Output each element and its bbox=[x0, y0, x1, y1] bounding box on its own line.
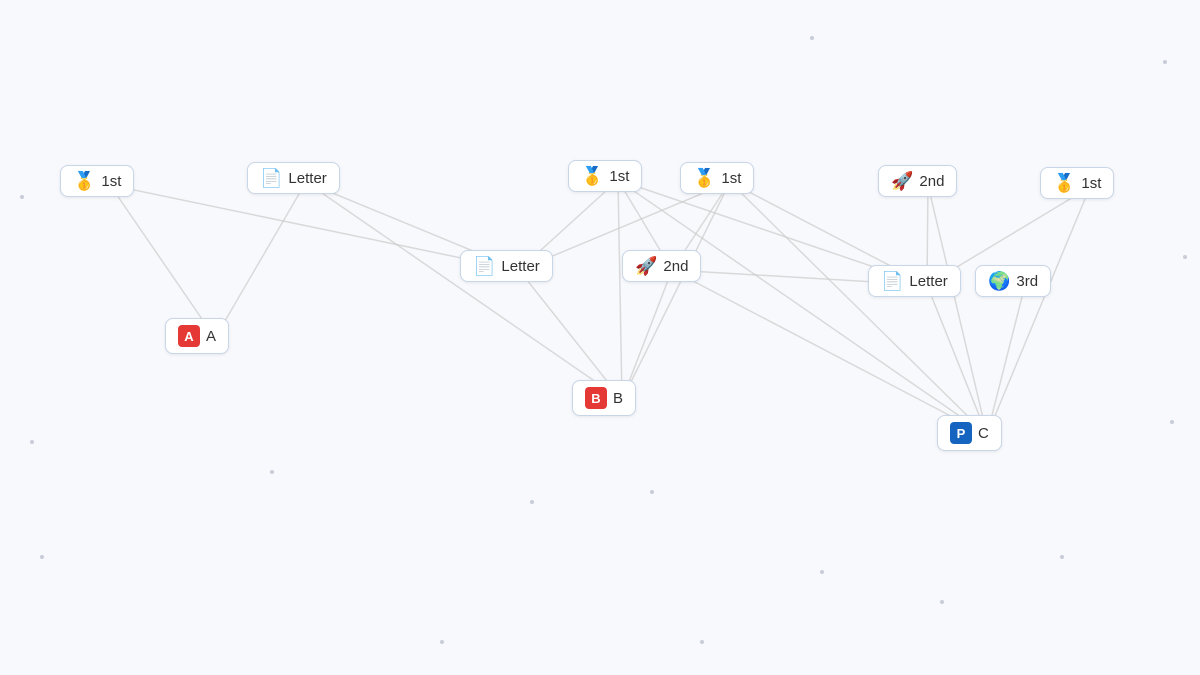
decorative-dot bbox=[1060, 555, 1064, 559]
icon-rocket: 🚀 bbox=[891, 172, 913, 190]
node-n9[interactable]: 📄 Letter bbox=[868, 265, 961, 297]
node-n1[interactable]: 🥇 1st bbox=[60, 165, 134, 197]
decorative-dot bbox=[1170, 420, 1174, 424]
label-n6: B bbox=[613, 390, 623, 407]
decorative-dot bbox=[1163, 60, 1167, 64]
icon-medal: 🥇 bbox=[1053, 174, 1075, 192]
node-n11[interactable]: 🌍 3rd bbox=[975, 265, 1051, 297]
node-n8[interactable]: 🥇 1st bbox=[680, 162, 754, 194]
badge-n6: B bbox=[585, 387, 607, 409]
label-n4: Letter bbox=[501, 258, 539, 275]
node-n2[interactable]: 📄 Letter bbox=[247, 162, 340, 194]
node-n7[interactable]: 🚀 2nd bbox=[622, 250, 701, 282]
decorative-dot bbox=[810, 36, 814, 40]
decorative-dot bbox=[30, 440, 34, 444]
icon-letter: 📄 bbox=[881, 272, 903, 290]
label-n12: 1st bbox=[1081, 175, 1101, 192]
icon-globe: 🌍 bbox=[988, 272, 1010, 290]
icon-letter: 📄 bbox=[473, 257, 495, 275]
icon-letter: 📄 bbox=[260, 169, 282, 187]
decorative-dot bbox=[940, 600, 944, 604]
node-n5[interactable]: 🥇 1st bbox=[568, 160, 642, 192]
decorative-dot bbox=[700, 640, 704, 644]
label-n1: 1st bbox=[101, 173, 121, 190]
label-n11: 3rd bbox=[1016, 273, 1038, 290]
label-n10: 2nd bbox=[919, 173, 944, 190]
node-n12[interactable]: 🥇 1st bbox=[1040, 167, 1114, 199]
node-n6[interactable]: BB bbox=[572, 380, 636, 416]
icon-medal: 🥇 bbox=[693, 169, 715, 187]
decorative-dot bbox=[20, 195, 24, 199]
icon-medal: 🥇 bbox=[581, 167, 603, 185]
label-n13: C bbox=[978, 425, 989, 442]
label-n2: Letter bbox=[288, 170, 326, 187]
node-n13[interactable]: PC bbox=[937, 415, 1002, 451]
node-n3[interactable]: AA bbox=[165, 318, 229, 354]
decorative-dot bbox=[40, 555, 44, 559]
decorative-dot bbox=[440, 640, 444, 644]
label-n5: 1st bbox=[609, 168, 629, 185]
icon-medal: 🥇 bbox=[73, 172, 95, 190]
label-n9: Letter bbox=[909, 273, 947, 290]
decorative-dot bbox=[270, 470, 274, 474]
badge-n13: P bbox=[950, 422, 972, 444]
label-n7: 2nd bbox=[663, 258, 688, 275]
node-n4[interactable]: 📄 Letter bbox=[460, 250, 553, 282]
node-n10[interactable]: 🚀 2nd bbox=[878, 165, 957, 197]
badge-n3: A bbox=[178, 325, 200, 347]
decorative-dot bbox=[1183, 255, 1187, 259]
decorative-dot bbox=[820, 570, 824, 574]
decorative-dot bbox=[530, 500, 534, 504]
icon-rocket: 🚀 bbox=[635, 257, 657, 275]
label-n8: 1st bbox=[721, 170, 741, 187]
decorative-dot bbox=[650, 490, 654, 494]
label-n3: A bbox=[206, 328, 216, 345]
